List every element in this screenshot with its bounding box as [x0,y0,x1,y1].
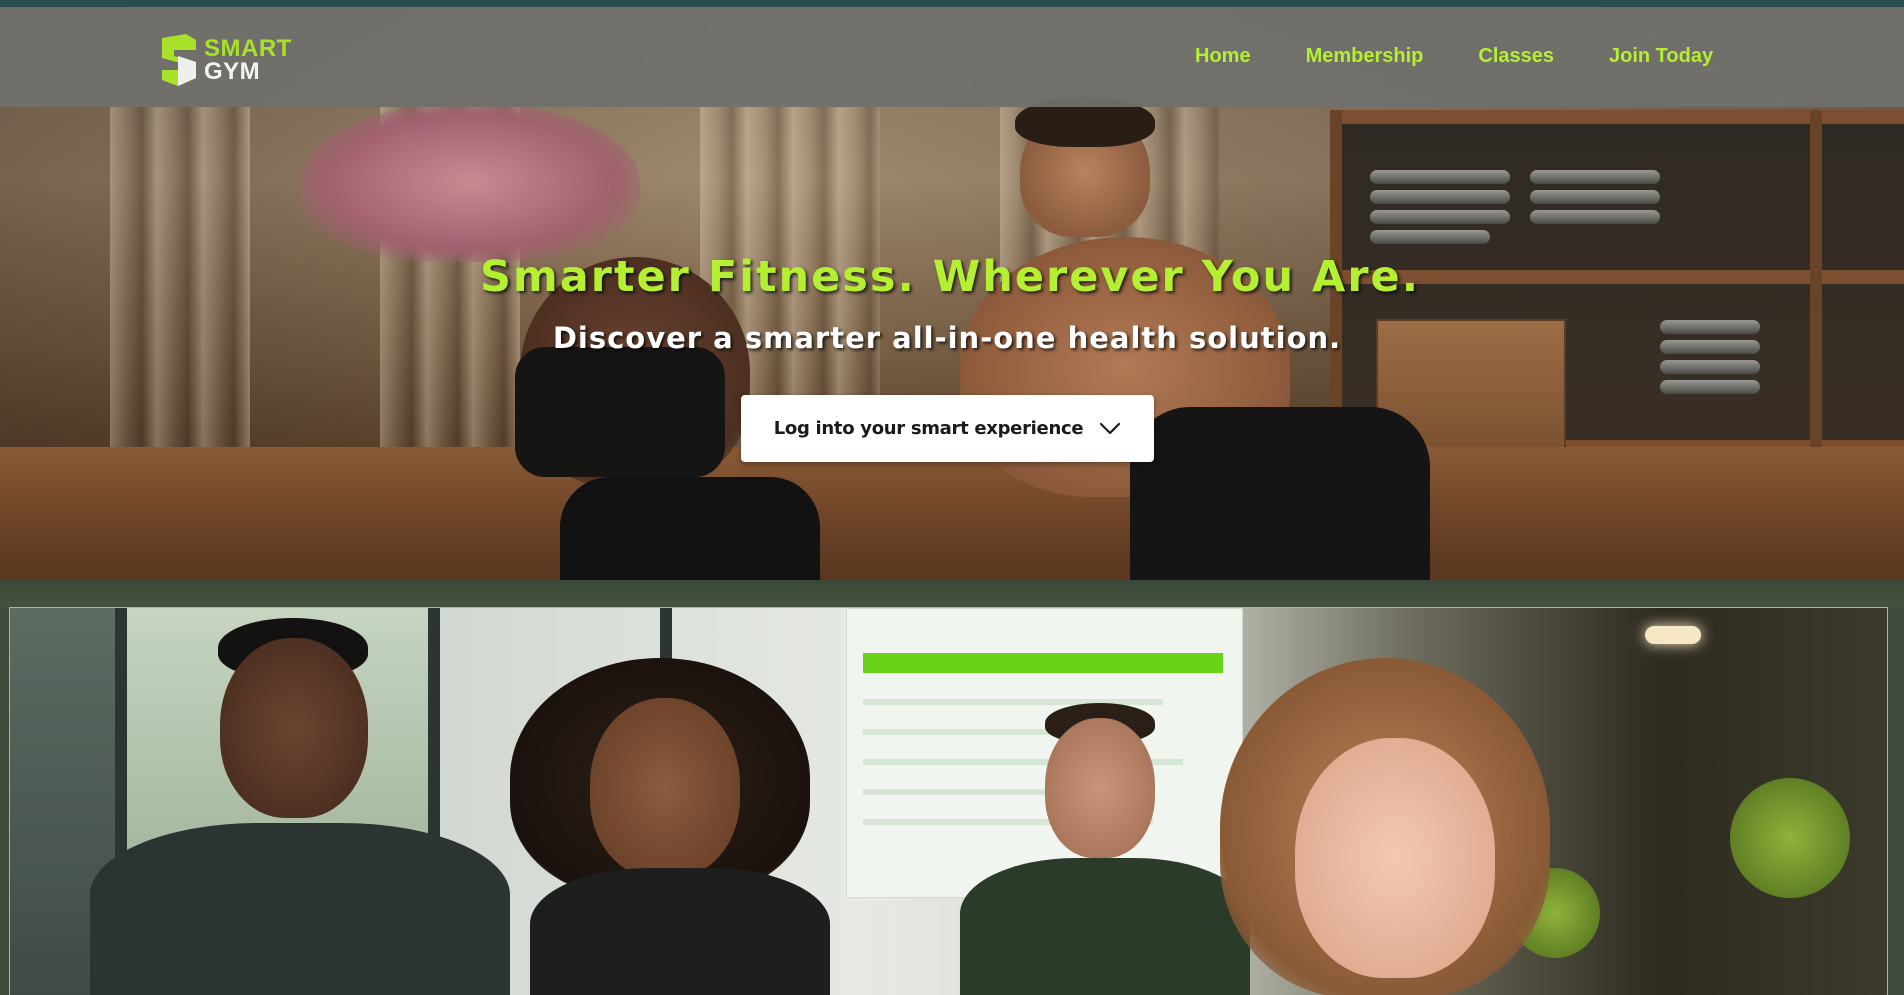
pink-hair [300,102,640,262]
sports-bra [515,347,725,477]
person-face [220,638,368,818]
top-strip [0,0,1904,7]
person-face [1045,718,1155,858]
person-face [1295,738,1495,978]
login-dropdown-button[interactable]: Log into your smart experience [741,395,1154,462]
logo-text-smart: SMART [204,35,292,62]
person-face [590,698,740,878]
hero-title: Smarter Fitness. Wherever You Are. [479,252,1421,302]
s-shield-icon [162,34,196,86]
main-nav: Home Membership Classes Join Today [1195,45,1713,68]
leggings [560,477,820,580]
ceiling-light [1645,626,1701,644]
nav-link-join-today[interactable]: Join Today [1609,45,1713,68]
logo-text-gym: GYM [204,58,261,85]
plant [1730,778,1850,898]
track-pants [1130,407,1430,580]
wall-poster [846,608,1243,898]
wood-floor [0,447,1904,580]
hero-subtitle: Discover a smarter all-in-one health sol… [552,321,1342,355]
members-photo [9,607,1888,995]
login-button-label: Log into your smart experience [773,418,1084,439]
tank-top [530,868,830,995]
section-divider [0,580,1904,608]
nav-link-membership[interactable]: Membership [1306,45,1424,68]
logo[interactable]: SMART GYM [156,31,296,89]
tank-top [90,823,510,995]
chevron-down-icon [1100,422,1121,434]
t-shirt [960,858,1250,995]
top-navbar: SMART GYM Home Membership Classes Join T… [0,7,1904,107]
nav-link-home[interactable]: Home [1195,45,1251,68]
nav-link-classes[interactable]: Classes [1478,45,1554,68]
